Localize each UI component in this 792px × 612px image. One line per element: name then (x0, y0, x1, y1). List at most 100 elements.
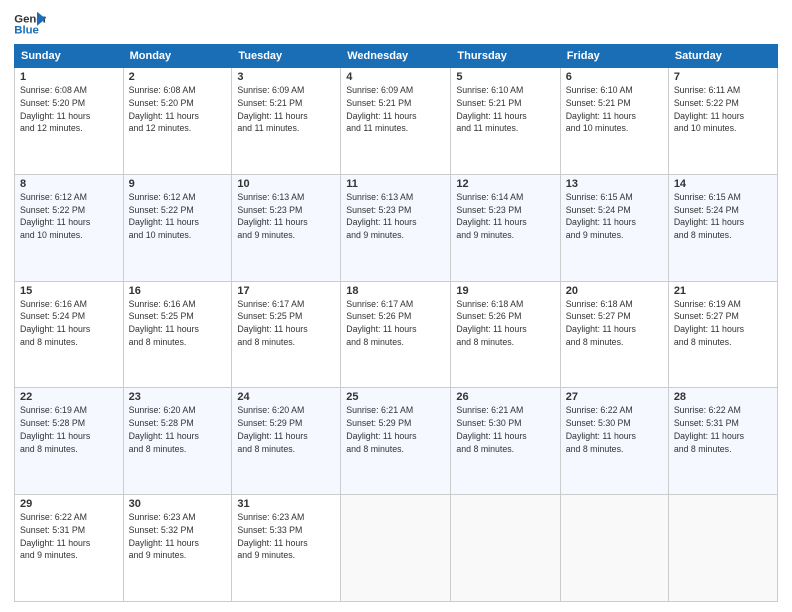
day-info: Sunrise: 6:10 AM Sunset: 5:21 PM Dayligh… (566, 84, 663, 135)
day-number: 30 (129, 498, 227, 510)
day-number: 24 (237, 391, 335, 403)
day-info: Sunrise: 6:14 AM Sunset: 5:23 PM Dayligh… (456, 191, 554, 242)
week-row-4: 22Sunrise: 6:19 AM Sunset: 5:28 PM Dayli… (15, 388, 778, 495)
day-number: 29 (20, 498, 118, 510)
day-info: Sunrise: 6:18 AM Sunset: 5:26 PM Dayligh… (456, 298, 554, 349)
day-info: Sunrise: 6:22 AM Sunset: 5:31 PM Dayligh… (20, 511, 118, 562)
day-info: Sunrise: 6:23 AM Sunset: 5:33 PM Dayligh… (237, 511, 335, 562)
day-info: Sunrise: 6:20 AM Sunset: 5:28 PM Dayligh… (129, 404, 227, 455)
day-cell: 26Sunrise: 6:21 AM Sunset: 5:30 PM Dayli… (451, 388, 560, 495)
day-cell: 6Sunrise: 6:10 AM Sunset: 5:21 PM Daylig… (560, 68, 668, 175)
day-number: 7 (674, 71, 772, 83)
day-info: Sunrise: 6:22 AM Sunset: 5:31 PM Dayligh… (674, 404, 772, 455)
day-cell: 30Sunrise: 6:23 AM Sunset: 5:32 PM Dayli… (123, 495, 232, 602)
day-number: 13 (566, 178, 663, 190)
day-number: 9 (129, 178, 227, 190)
day-cell: 22Sunrise: 6:19 AM Sunset: 5:28 PM Dayli… (15, 388, 124, 495)
day-info: Sunrise: 6:16 AM Sunset: 5:25 PM Dayligh… (129, 298, 227, 349)
day-cell: 24Sunrise: 6:20 AM Sunset: 5:29 PM Dayli… (232, 388, 341, 495)
weekday-header-wednesday: Wednesday (341, 45, 451, 68)
week-row-1: 1Sunrise: 6:08 AM Sunset: 5:20 PM Daylig… (15, 68, 778, 175)
day-info: Sunrise: 6:13 AM Sunset: 5:23 PM Dayligh… (237, 191, 335, 242)
day-info: Sunrise: 6:08 AM Sunset: 5:20 PM Dayligh… (20, 84, 118, 135)
day-info: Sunrise: 6:08 AM Sunset: 5:20 PM Dayligh… (129, 84, 227, 135)
day-cell (668, 495, 777, 602)
calendar-page: General Blue SundayMondayTuesdayWednesda… (0, 0, 792, 612)
day-info: Sunrise: 6:18 AM Sunset: 5:27 PM Dayligh… (566, 298, 663, 349)
day-cell: 1Sunrise: 6:08 AM Sunset: 5:20 PM Daylig… (15, 68, 124, 175)
day-number: 10 (237, 178, 335, 190)
week-row-5: 29Sunrise: 6:22 AM Sunset: 5:31 PM Dayli… (15, 495, 778, 602)
day-cell: 12Sunrise: 6:14 AM Sunset: 5:23 PM Dayli… (451, 174, 560, 281)
day-cell: 9Sunrise: 6:12 AM Sunset: 5:22 PM Daylig… (123, 174, 232, 281)
day-number: 2 (129, 71, 227, 83)
day-cell: 8Sunrise: 6:12 AM Sunset: 5:22 PM Daylig… (15, 174, 124, 281)
day-number: 27 (566, 391, 663, 403)
weekday-header-monday: Monday (123, 45, 232, 68)
day-info: Sunrise: 6:21 AM Sunset: 5:30 PM Dayligh… (456, 404, 554, 455)
day-info: Sunrise: 6:12 AM Sunset: 5:22 PM Dayligh… (20, 191, 118, 242)
day-info: Sunrise: 6:23 AM Sunset: 5:32 PM Dayligh… (129, 511, 227, 562)
day-cell: 14Sunrise: 6:15 AM Sunset: 5:24 PM Dayli… (668, 174, 777, 281)
day-cell: 11Sunrise: 6:13 AM Sunset: 5:23 PM Dayli… (341, 174, 451, 281)
day-number: 12 (456, 178, 554, 190)
day-number: 11 (346, 178, 445, 190)
day-cell: 18Sunrise: 6:17 AM Sunset: 5:26 PM Dayli… (341, 281, 451, 388)
day-number: 5 (456, 71, 554, 83)
day-info: Sunrise: 6:17 AM Sunset: 5:26 PM Dayligh… (346, 298, 445, 349)
weekday-header-friday: Friday (560, 45, 668, 68)
weekday-header-thursday: Thursday (451, 45, 560, 68)
day-number: 17 (237, 285, 335, 297)
day-number: 23 (129, 391, 227, 403)
day-info: Sunrise: 6:19 AM Sunset: 5:27 PM Dayligh… (674, 298, 772, 349)
day-info: Sunrise: 6:12 AM Sunset: 5:22 PM Dayligh… (129, 191, 227, 242)
day-cell: 13Sunrise: 6:15 AM Sunset: 5:24 PM Dayli… (560, 174, 668, 281)
day-cell: 10Sunrise: 6:13 AM Sunset: 5:23 PM Dayli… (232, 174, 341, 281)
day-info: Sunrise: 6:13 AM Sunset: 5:23 PM Dayligh… (346, 191, 445, 242)
header-row: SundayMondayTuesdayWednesdayThursdayFrid… (15, 45, 778, 68)
day-cell: 5Sunrise: 6:10 AM Sunset: 5:21 PM Daylig… (451, 68, 560, 175)
logo: General Blue (14, 10, 46, 38)
week-row-3: 15Sunrise: 6:16 AM Sunset: 5:24 PM Dayli… (15, 281, 778, 388)
day-cell: 28Sunrise: 6:22 AM Sunset: 5:31 PM Dayli… (668, 388, 777, 495)
day-info: Sunrise: 6:22 AM Sunset: 5:30 PM Dayligh… (566, 404, 663, 455)
day-cell: 7Sunrise: 6:11 AM Sunset: 5:22 PM Daylig… (668, 68, 777, 175)
day-number: 26 (456, 391, 554, 403)
day-cell: 17Sunrise: 6:17 AM Sunset: 5:25 PM Dayli… (232, 281, 341, 388)
day-info: Sunrise: 6:10 AM Sunset: 5:21 PM Dayligh… (456, 84, 554, 135)
day-cell: 23Sunrise: 6:20 AM Sunset: 5:28 PM Dayli… (123, 388, 232, 495)
day-info: Sunrise: 6:16 AM Sunset: 5:24 PM Dayligh… (20, 298, 118, 349)
day-number: 1 (20, 71, 118, 83)
day-number: 25 (346, 391, 445, 403)
day-cell: 15Sunrise: 6:16 AM Sunset: 5:24 PM Dayli… (15, 281, 124, 388)
day-info: Sunrise: 6:20 AM Sunset: 5:29 PM Dayligh… (237, 404, 335, 455)
day-cell: 25Sunrise: 6:21 AM Sunset: 5:29 PM Dayli… (341, 388, 451, 495)
weekday-header-saturday: Saturday (668, 45, 777, 68)
day-number: 16 (129, 285, 227, 297)
day-number: 31 (237, 498, 335, 510)
svg-text:Blue: Blue (14, 25, 39, 37)
day-info: Sunrise: 6:09 AM Sunset: 5:21 PM Dayligh… (237, 84, 335, 135)
day-cell (341, 495, 451, 602)
week-row-2: 8Sunrise: 6:12 AM Sunset: 5:22 PM Daylig… (15, 174, 778, 281)
day-number: 21 (674, 285, 772, 297)
day-cell: 27Sunrise: 6:22 AM Sunset: 5:30 PM Dayli… (560, 388, 668, 495)
day-number: 4 (346, 71, 445, 83)
day-number: 14 (674, 178, 772, 190)
day-cell: 2Sunrise: 6:08 AM Sunset: 5:20 PM Daylig… (123, 68, 232, 175)
day-cell: 19Sunrise: 6:18 AM Sunset: 5:26 PM Dayli… (451, 281, 560, 388)
day-cell: 20Sunrise: 6:18 AM Sunset: 5:27 PM Dayli… (560, 281, 668, 388)
day-number: 3 (237, 71, 335, 83)
day-info: Sunrise: 6:21 AM Sunset: 5:29 PM Dayligh… (346, 404, 445, 455)
day-info: Sunrise: 6:17 AM Sunset: 5:25 PM Dayligh… (237, 298, 335, 349)
day-info: Sunrise: 6:15 AM Sunset: 5:24 PM Dayligh… (674, 191, 772, 242)
day-number: 8 (20, 178, 118, 190)
header: General Blue (14, 10, 778, 38)
weekday-header-sunday: Sunday (15, 45, 124, 68)
day-info: Sunrise: 6:19 AM Sunset: 5:28 PM Dayligh… (20, 404, 118, 455)
day-cell (560, 495, 668, 602)
day-cell (451, 495, 560, 602)
day-number: 19 (456, 285, 554, 297)
logo-icon: General Blue (14, 10, 46, 38)
day-number: 20 (566, 285, 663, 297)
